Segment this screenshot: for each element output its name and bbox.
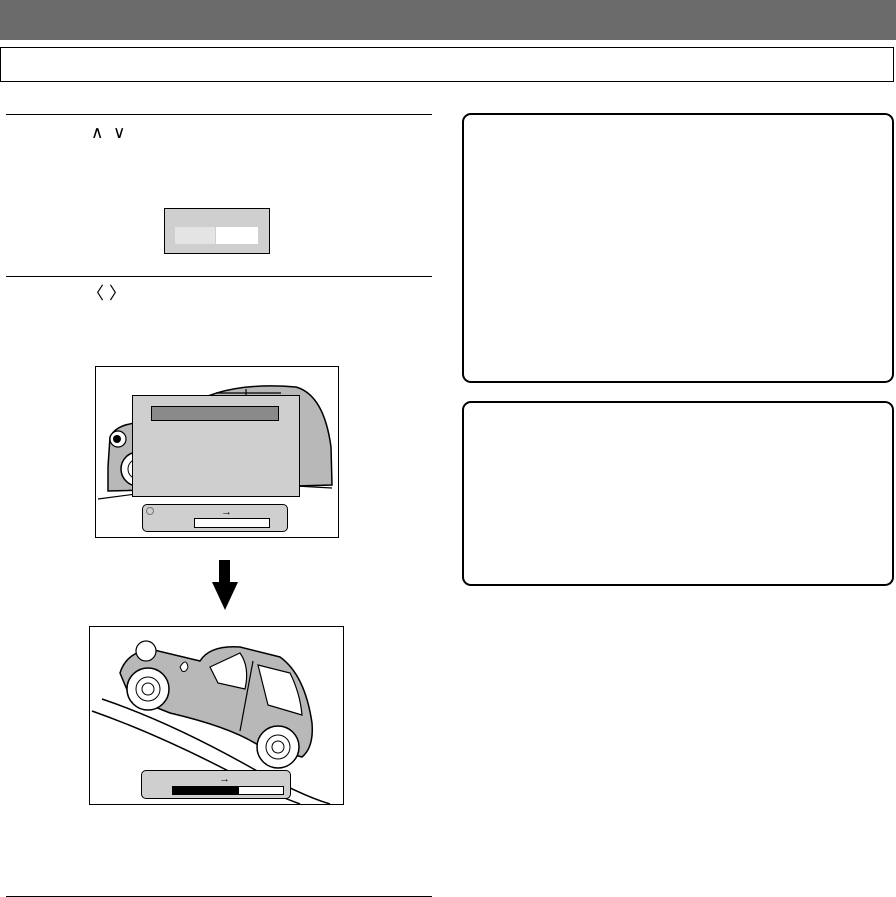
step1-rule — [6, 114, 432, 115]
menu-panel — [132, 395, 300, 497]
note-box-2 — [462, 401, 894, 586]
up-key-icon: ∧ — [91, 123, 104, 142]
note-box-1 — [462, 113, 894, 383]
disc-icon — [146, 507, 154, 515]
progress-fill-2 — [173, 787, 239, 794]
right-key-icon: 〉 — [109, 284, 126, 303]
screen-illustration-1: → — [95, 366, 339, 538]
step2-rule — [6, 276, 432, 277]
progress-bar-1 — [194, 518, 270, 528]
status-panel-1: → — [142, 504, 288, 532]
option-selector — [164, 208, 270, 254]
status-panel-2: → — [141, 770, 291, 799]
page-title-box — [0, 47, 894, 82]
down-key-icon: ∨ — [113, 123, 126, 142]
status-arrow-1: → — [221, 506, 232, 518]
option-left[interactable] — [175, 227, 215, 244]
progress-bar-2 — [172, 786, 284, 795]
option-right[interactable] — [216, 227, 258, 244]
menu-selected-item[interactable] — [151, 406, 279, 421]
left-key-icon: 〈 — [87, 284, 104, 303]
status-arrow-2: → — [219, 773, 230, 785]
header-bar — [0, 0, 896, 40]
screen-illustration-2: → — [89, 626, 344, 805]
down-arrow-icon — [212, 560, 238, 610]
